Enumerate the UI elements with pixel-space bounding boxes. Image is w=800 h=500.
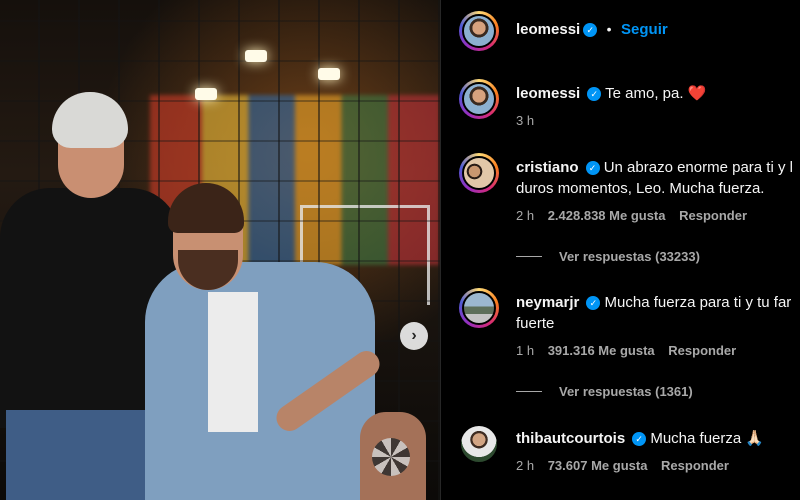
person-jeans xyxy=(6,410,156,500)
verified-icon: ✓ xyxy=(585,161,600,175)
comment-time[interactable]: 1 h xyxy=(516,343,534,358)
comment-text: Mucha fuerza para ti y tu far xyxy=(604,294,792,311)
instagram-post-view: › leomessi ✓ • Seguir leomessi ✓ Te amo, p… xyxy=(0,0,800,500)
ceiling-light xyxy=(318,68,340,80)
header-username[interactable]: leomessi xyxy=(516,21,580,38)
view-replies-button[interactable]: Ver respuestas (1361) xyxy=(516,384,693,399)
avatar[interactable] xyxy=(459,424,499,464)
verified-icon: ✓ xyxy=(586,296,601,310)
avatar[interactable] xyxy=(459,153,499,193)
verified-icon: ✓ xyxy=(583,23,598,37)
follow-button[interactable]: Seguir xyxy=(621,21,668,38)
replies-divider xyxy=(516,391,542,392)
comment-likes[interactable]: 2.428.838 Me gusta xyxy=(548,208,666,223)
reply-button[interactable]: Responder xyxy=(679,208,747,223)
comment-username[interactable]: leomessi xyxy=(516,85,580,102)
avatar[interactable] xyxy=(459,288,499,328)
comment-text: Te amo, pa. xyxy=(605,85,684,102)
heart-emoji: ❤️ xyxy=(687,85,707,102)
replies-divider xyxy=(516,256,542,257)
verified-icon: ✓ xyxy=(632,432,647,446)
view-replies-label: Ver respuestas (1361) xyxy=(559,384,693,399)
ceiling-light xyxy=(195,88,217,100)
comment-time[interactable]: 2 h xyxy=(516,458,534,473)
view-replies-label: Ver respuestas (33233) xyxy=(559,249,700,264)
comment-likes[interactable]: 73.607 Me gusta xyxy=(548,458,648,473)
comment-username[interactable]: thibautcourtois xyxy=(516,430,625,447)
tattoo xyxy=(372,438,410,476)
comment-text-continued: fuerte xyxy=(516,315,555,332)
verified-icon: ✓ xyxy=(587,87,602,101)
comment-time[interactable]: 2 h xyxy=(516,208,534,223)
comments-panel: leomessi ✓ • Seguir leomessi ✓ Te amo, pa.… xyxy=(440,0,800,500)
view-replies-button[interactable]: Ver respuestas (33233) xyxy=(516,249,700,264)
avatar[interactable] xyxy=(459,11,499,51)
reply-button[interactable]: Responder xyxy=(668,343,736,358)
avatar[interactable] xyxy=(459,79,499,119)
comment-text: Un abrazo enorme para ti y l xyxy=(603,159,793,176)
comment-likes[interactable]: 391.316 Me gusta xyxy=(548,343,655,358)
comment-username[interactable]: neymarjr xyxy=(516,294,579,311)
comment-time[interactable]: 3 h xyxy=(516,113,534,128)
comment-text: Mucha fuerza xyxy=(650,430,742,447)
chevron-right-icon[interactable]: › xyxy=(400,322,428,350)
comment-username[interactable]: cristiano xyxy=(516,159,579,176)
praying-hands-emoji: 🙏🏻 xyxy=(745,430,765,447)
post-header: leomessi ✓ • Seguir xyxy=(459,8,799,54)
separator-dot: • xyxy=(606,21,612,37)
post-photo[interactable]: › xyxy=(0,0,440,500)
reply-button[interactable]: Responder xyxy=(661,458,729,473)
ceiling-light xyxy=(245,50,267,62)
comment-text-continued: duros momentos, Leo. Mucha fuerza. xyxy=(516,180,765,197)
person-shirt xyxy=(208,292,258,432)
